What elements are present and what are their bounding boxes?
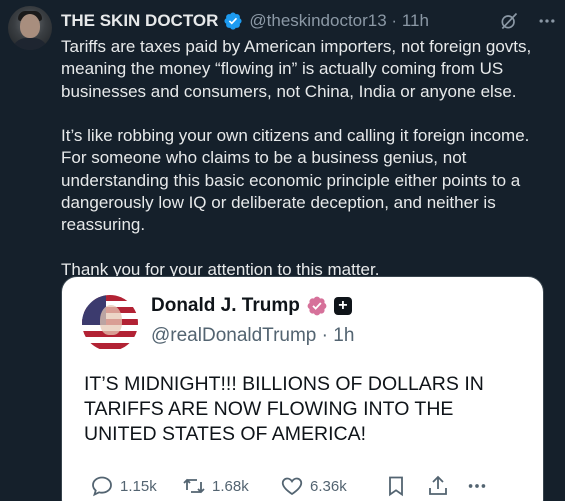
quoted-time[interactable]: 1h bbox=[333, 325, 354, 346]
heart-icon bbox=[281, 477, 303, 496]
bookmark-icon bbox=[389, 476, 403, 497]
quoted-tweet-text: IT’S MIDNIGHT!!! BILLIONS OF DOLLARS IN … bbox=[84, 373, 484, 445]
verified-badge-icon bbox=[307, 296, 327, 316]
reply-count: 1.15k bbox=[120, 477, 157, 495]
quoted-action-bar: 1.15k 1.68k 6.36k bbox=[62, 469, 543, 501]
more-button[interactable] bbox=[466, 475, 488, 497]
quoted-tweet-card[interactable]: Donald J. Trump + @realDonaldTrump · 1h … bbox=[61, 276, 544, 501]
bookmark-button[interactable] bbox=[384, 474, 426, 498]
author-avatar[interactable] bbox=[8, 6, 52, 50]
reply-button[interactable]: 1.15k bbox=[90, 474, 182, 498]
author-name[interactable]: THE SKIN DOCTOR bbox=[61, 11, 218, 31]
grok-icon[interactable] bbox=[499, 11, 519, 31]
tweet-paragraph: Tariffs are taxes paid by American impor… bbox=[61, 37, 532, 101]
more-icon[interactable] bbox=[537, 11, 557, 31]
quoted-author-handle[interactable]: @realDonaldTrump bbox=[151, 325, 316, 346]
tweet-paragraph: It’s like robbing your own citizens and … bbox=[61, 126, 530, 235]
quoted-author-name[interactable]: Donald J. Trump bbox=[151, 295, 300, 317]
share-button[interactable] bbox=[426, 474, 466, 498]
tweet-time[interactable]: 11h bbox=[402, 11, 429, 31]
quoted-author-avatar[interactable] bbox=[82, 295, 138, 351]
tweet-header: THE SKIN DOCTOR @theskindoctor13 · 11h bbox=[61, 9, 557, 33]
quoted-handle-row: @realDonaldTrump · 1h bbox=[151, 325, 354, 347]
like-count: 6.36k bbox=[310, 477, 347, 495]
separator-dot: · bbox=[386, 11, 402, 30]
reply-icon bbox=[92, 476, 112, 497]
repost-button[interactable]: 1.68k bbox=[182, 474, 280, 498]
plus-badge-icon: + bbox=[333, 297, 352, 315]
like-button[interactable]: 6.36k bbox=[280, 474, 384, 498]
author-handle[interactable]: @theskindoctor13 bbox=[249, 11, 386, 31]
tweet-body: Tariffs are taxes paid by American impor… bbox=[61, 36, 541, 281]
repost-count: 1.68k bbox=[212, 477, 249, 495]
share-icon bbox=[429, 475, 447, 495]
verified-badge-icon bbox=[224, 12, 242, 30]
separator-dot: · bbox=[321, 325, 334, 346]
more-icon bbox=[468, 484, 486, 488]
quoted-author-row: Donald J. Trump + bbox=[151, 295, 352, 317]
repost-icon bbox=[183, 478, 205, 494]
